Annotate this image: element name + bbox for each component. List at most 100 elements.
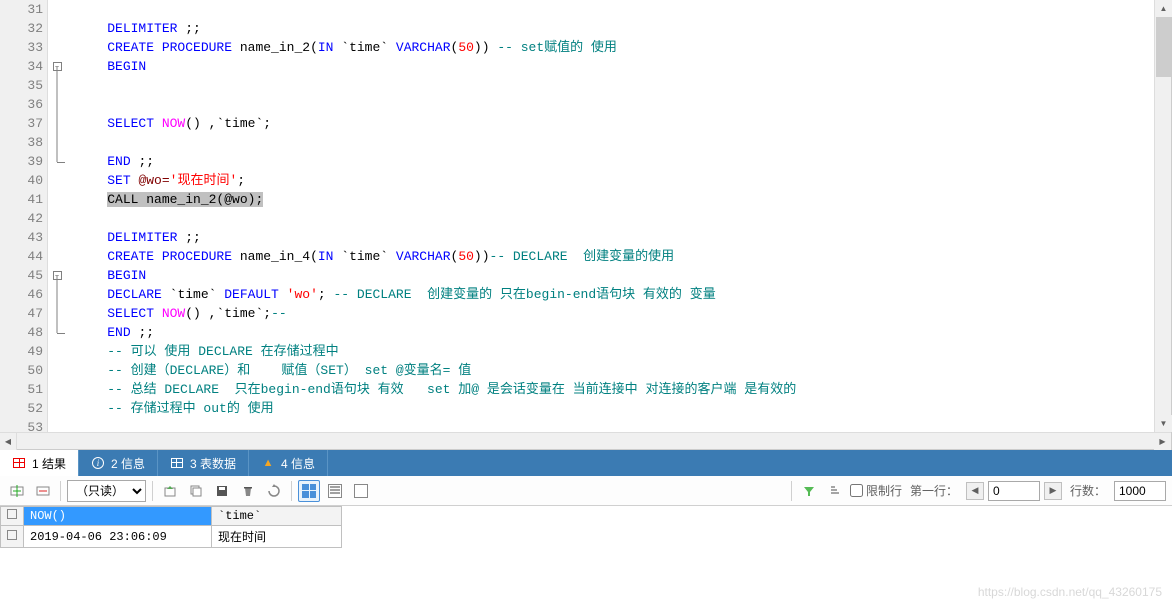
vertical-scrollbar[interactable]: ▲ ▼: [1154, 0, 1171, 432]
code-line[interactable]: CALL name_in_2(@wo);: [76, 190, 1171, 209]
view-form-button[interactable]: [324, 480, 346, 502]
fold-marker[interactable]: −: [48, 266, 66, 285]
line-number: 51: [0, 380, 47, 399]
line-number: 35: [0, 76, 47, 95]
table-row[interactable]: 2019-04-06 23:06:09 现在时间: [1, 526, 342, 548]
line-number: 41: [0, 190, 47, 209]
fold-marker: [48, 304, 66, 323]
limit-rows-label: 限制行: [866, 482, 902, 499]
code-line[interactable]: SELECT NOW() ,`time`;: [76, 114, 1171, 133]
result-grid[interactable]: NOW() `time` 2019-04-06 23:06:09 现在时间 ht…: [0, 506, 1172, 605]
line-number: 37: [0, 114, 47, 133]
fold-marker: [48, 114, 66, 133]
line-number: 44: [0, 247, 47, 266]
add-row-button[interactable]: [6, 480, 28, 502]
cell-time[interactable]: 现在时间: [212, 526, 342, 548]
code-line[interactable]: CREATE PROCEDURE name_in_2(IN `time` VAR…: [76, 38, 1171, 57]
tab-table-data-3[interactable]: 3 表数据: [158, 450, 249, 476]
line-number: 34: [0, 57, 47, 76]
watermark-text: https://blog.csdn.net/qq_43260175: [978, 585, 1162, 599]
code-line[interactable]: [76, 76, 1171, 95]
scroll-thumb[interactable]: [1156, 17, 1171, 77]
scroll-left-button[interactable]: ◀: [0, 433, 17, 450]
column-header-time[interactable]: `time`: [212, 507, 342, 526]
save-button[interactable]: [211, 480, 233, 502]
filter-button[interactable]: [798, 480, 820, 502]
row-selector-checkbox[interactable]: [1, 526, 24, 548]
code-line[interactable]: -- 可以 使用 DECLARE 在存储过程中: [76, 342, 1171, 361]
limit-rows-checkbox[interactable]: 限制行: [850, 482, 902, 499]
code-line[interactable]: DELIMITER ;;: [76, 228, 1171, 247]
line-number-gutter: 3132333435363738394041424344454647484950…: [0, 0, 48, 449]
scroll-down-button[interactable]: ▼: [1155, 415, 1172, 432]
fold-marker: [48, 152, 66, 171]
column-header-now[interactable]: NOW(): [24, 507, 212, 526]
fold-marker: [48, 361, 66, 380]
scroll-up-button[interactable]: ▲: [1155, 0, 1172, 17]
rows-input[interactable]: [1114, 481, 1166, 501]
line-number: 39: [0, 152, 47, 171]
fold-marker: [48, 76, 66, 95]
refresh-button[interactable]: [263, 480, 285, 502]
line-number: 47: [0, 304, 47, 323]
delete-row-button[interactable]: [32, 480, 54, 502]
code-line[interactable]: -- 创建（DECLARE）和 赋值（SET） set @变量名= 值: [76, 361, 1171, 380]
discard-button[interactable]: [237, 480, 259, 502]
line-number: 50: [0, 361, 47, 380]
tab-result-1[interactable]: 1 结果: [0, 450, 79, 476]
prev-page-button[interactable]: ◀: [966, 482, 984, 500]
code-content[interactable]: DELIMITER ;; CREATE PROCEDURE name_in_2(…: [66, 0, 1171, 449]
fold-marker: [48, 380, 66, 399]
tab-label: 1 结果: [32, 455, 66, 472]
fold-marker: [48, 285, 66, 304]
view-text-button[interactable]: [350, 480, 372, 502]
horizontal-scrollbar[interactable]: ◀ ▶: [0, 432, 1171, 449]
code-line[interactable]: [76, 0, 1171, 19]
code-line[interactable]: SET @wo='现在时间';: [76, 171, 1171, 190]
code-line[interactable]: BEGIN: [76, 57, 1171, 76]
line-number: 32: [0, 19, 47, 38]
result-table[interactable]: NOW() `time` 2019-04-06 23:06:09 现在时间: [0, 506, 342, 548]
code-line[interactable]: DELIMITER ;;: [76, 19, 1171, 38]
sort-button[interactable]: [824, 480, 846, 502]
code-line[interactable]: [76, 95, 1171, 114]
tab-label: 2 信息: [111, 455, 145, 472]
fold-marker: [48, 133, 66, 152]
code-line[interactable]: END ;;: [76, 152, 1171, 171]
code-line[interactable]: CREATE PROCEDURE name_in_4(IN `time` VAR…: [76, 247, 1171, 266]
code-line[interactable]: SELECT NOW() ,`time`;--: [76, 304, 1171, 323]
line-number: 52: [0, 399, 47, 418]
fold-gutter[interactable]: −−: [48, 0, 66, 449]
line-number: 33: [0, 38, 47, 57]
header-row[interactable]: NOW() `time`: [1, 507, 342, 526]
fold-marker: [48, 247, 66, 266]
copy-button[interactable]: [185, 480, 207, 502]
code-editor[interactable]: 3132333435363738394041424344454647484950…: [0, 0, 1172, 450]
code-line[interactable]: DECLARE `time` DEFAULT 'wo'; -- DECLARE …: [76, 285, 1171, 304]
code-line[interactable]: [76, 133, 1171, 152]
line-number: 36: [0, 95, 47, 114]
readonly-select[interactable]: （只读）: [67, 480, 146, 502]
first-row-label: 第一行：: [906, 482, 962, 499]
code-line[interactable]: [76, 209, 1171, 228]
code-line[interactable]: BEGIN: [76, 266, 1171, 285]
fold-marker[interactable]: −: [48, 57, 66, 76]
first-row-input[interactable]: [988, 481, 1040, 501]
scroll-right-button[interactable]: ▶: [1154, 433, 1171, 450]
results-toolbar: （只读） 限制行 第一行： ◀ ▶ 行数：: [0, 476, 1172, 506]
code-line[interactable]: END ;;: [76, 323, 1171, 342]
code-line[interactable]: -- 存储过程中 out的 使用: [76, 399, 1171, 418]
next-page-button[interactable]: ▶: [1044, 482, 1062, 500]
tab-info-4[interactable]: ▲ 4 信息: [249, 450, 328, 476]
export-button[interactable]: [159, 480, 181, 502]
tab-info-2[interactable]: i 2 信息: [79, 450, 158, 476]
cell-now[interactable]: 2019-04-06 23:06:09: [24, 526, 212, 548]
rows-label: 行数：: [1066, 482, 1110, 499]
limit-rows-input[interactable]: [850, 484, 863, 497]
select-all-checkbox[interactable]: [1, 507, 24, 526]
view-grid-button[interactable]: [298, 480, 320, 502]
fold-marker: [48, 171, 66, 190]
code-line[interactable]: -- 总结 DECLARE 只在begin-end语句块 有效 set 加@ 是…: [76, 380, 1171, 399]
fold-marker: [48, 399, 66, 418]
line-number: 49: [0, 342, 47, 361]
